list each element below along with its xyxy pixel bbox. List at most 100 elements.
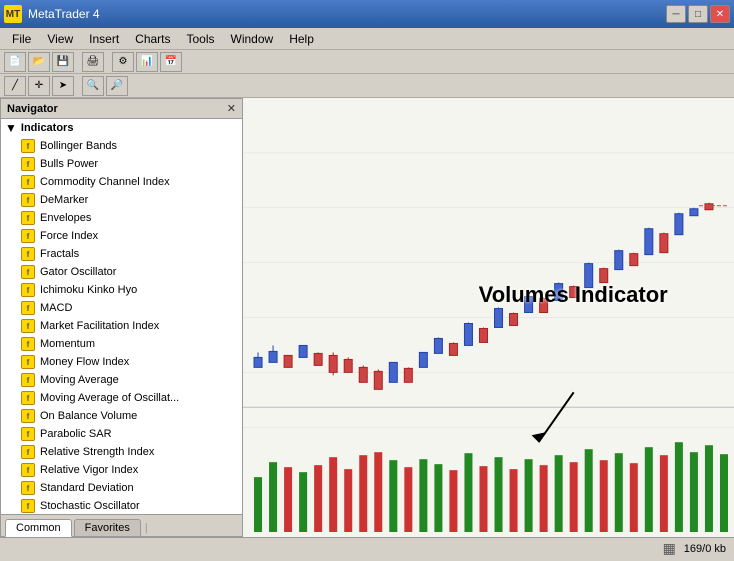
indicator-icon: f [21, 139, 35, 153]
status-bar: ▦ 169/0 kb [0, 537, 734, 559]
menu-window[interactable]: Window [223, 30, 282, 48]
nav-item-label: Standard Deviation [40, 482, 134, 494]
nav-item-label: Moving Average of Oscillat... [40, 392, 179, 404]
tab-common[interactable]: Common [5, 519, 72, 537]
nav-item-label: MACD [40, 302, 72, 314]
menu-tools[interactable]: Tools [179, 30, 223, 48]
menu-file[interactable]: File [4, 30, 39, 48]
menu-bar: File View Insert Charts Tools Window Hel… [0, 28, 734, 50]
toolbar-1: 📄 📂 💾 🖨 ⚙ 📊 📅 [0, 50, 734, 74]
minimize-button[interactable]: ─ [666, 5, 686, 23]
list-item[interactable]: f Market Facilitation Index [1, 317, 242, 335]
list-item[interactable]: f Relative Vigor Index [1, 461, 242, 479]
toolbar-new[interactable]: 📄 [4, 52, 26, 72]
list-item[interactable]: f DeMarker [1, 191, 242, 209]
toolbar-print[interactable]: 🖨 [82, 52, 104, 72]
indicator-icon: f [21, 175, 35, 189]
navigator-title: Navigator [7, 103, 58, 115]
nav-item-label: Parabolic SAR [40, 428, 112, 440]
app-icon: MT [4, 5, 22, 23]
navigator-list[interactable]: ▼ Indicators f Bollinger Bands f Bulls P… [1, 119, 242, 514]
list-item[interactable]: f Stochastic Oscillator [1, 497, 242, 514]
window-title: MetaTrader 4 [28, 7, 666, 21]
toolbar-period[interactable]: 📅 [160, 52, 182, 72]
nav-item-label: Momentum [40, 338, 95, 350]
nav-item-label: Ichimoku Kinko Hyo [40, 284, 137, 296]
list-item[interactable]: f Relative Strength Index [1, 443, 242, 461]
navigator-tabs: Common Favorites | [1, 514, 242, 536]
nav-item-label: Stochastic Oscillator [40, 500, 140, 512]
indicator-icon: f [21, 481, 35, 495]
indicator-icon: f [21, 211, 35, 225]
list-item[interactable]: f Parabolic SAR [1, 425, 242, 443]
list-item[interactable]: f Momentum [1, 335, 242, 353]
nav-item-label: Bollinger Bands [40, 140, 117, 152]
toolbar-line[interactable]: ╱ [4, 76, 26, 96]
list-item[interactable]: f Gator Oscillator [1, 263, 242, 281]
list-item[interactable]: f Bulls Power [1, 155, 242, 173]
window-controls: ─ □ ✕ [666, 5, 730, 23]
nav-item-label: Money Flow Index [40, 356, 129, 368]
toolbar-2: ╱ ✛ ➤ 🔍 🔎 [0, 74, 734, 98]
toolbar-experts[interactable]: ⚙ [112, 52, 134, 72]
nav-item-label: Bulls Power [40, 158, 98, 170]
toolbar-indicators[interactable]: 📊 [136, 52, 158, 72]
close-button[interactable]: ✕ [710, 5, 730, 23]
indicator-icon: f [21, 283, 35, 297]
list-item[interactable]: f Moving Average [1, 371, 242, 389]
list-item[interactable]: f Commodity Channel Index [1, 173, 242, 191]
indicator-icon: f [21, 427, 35, 441]
list-item[interactable]: f Force Index [1, 227, 242, 245]
indicator-icon: f [21, 247, 35, 261]
navigator-close[interactable]: ✕ [227, 102, 236, 115]
indicator-icon: f [21, 319, 35, 333]
toolbar-zoom-in[interactable]: 🔍 [82, 76, 104, 96]
menu-help[interactable]: Help [281, 30, 322, 48]
nav-item-label: Relative Strength Index [40, 446, 154, 458]
indicator-icon: f [21, 265, 35, 279]
nav-item-label: Moving Average [40, 374, 119, 386]
indicator-icon: f [21, 337, 35, 351]
list-item[interactable]: f Bollinger Bands [1, 137, 242, 155]
chart-icon: ▦ [663, 540, 676, 557]
indicator-icon: f [21, 301, 35, 315]
indicator-icon: f [21, 193, 35, 207]
status-right: ▦ 169/0 kb [663, 540, 726, 557]
toolbar-open[interactable]: 📂 [28, 52, 50, 72]
indicator-icon: f [21, 355, 35, 369]
list-item[interactable]: f Moving Average of Oscillat... [1, 389, 242, 407]
candlestick-chart [243, 98, 734, 537]
indicator-icon: f [21, 373, 35, 387]
navigator-header: Navigator ✕ [1, 99, 242, 119]
indicator-icon: f [21, 157, 35, 171]
nav-item-label: Envelopes [40, 212, 91, 224]
menu-view[interactable]: View [39, 30, 81, 48]
nav-group-indicators[interactable]: ▼ Indicators [1, 119, 242, 137]
nav-item-label: Force Index [40, 230, 98, 242]
indicator-icon: f [21, 229, 35, 243]
list-item[interactable]: f Ichimoku Kinko Hyo [1, 281, 242, 299]
list-item[interactable]: f Standard Deviation [1, 479, 242, 497]
list-item[interactable]: f MACD [1, 299, 242, 317]
chart-panel[interactable]: Volumes Indicator [243, 98, 734, 537]
menu-insert[interactable]: Insert [81, 30, 127, 48]
indicator-icon: f [21, 499, 35, 513]
toolbar-cross[interactable]: ✛ [28, 76, 50, 96]
maximize-button[interactable]: □ [688, 5, 708, 23]
indicator-icon: f [21, 409, 35, 423]
list-item[interactable]: f Money Flow Index [1, 353, 242, 371]
memory-usage: 169/0 kb [684, 543, 726, 555]
nav-item-label: Relative Vigor Index [40, 464, 138, 476]
toolbar-arrow[interactable]: ➤ [52, 76, 74, 96]
toolbar-save[interactable]: 💾 [52, 52, 74, 72]
tab-favorites[interactable]: Favorites [74, 519, 141, 536]
nav-item-label: DeMarker [40, 194, 88, 206]
nav-item-label: Gator Oscillator [40, 266, 116, 278]
indicator-icon: f [21, 463, 35, 477]
list-item[interactable]: f Fractals [1, 245, 242, 263]
list-item[interactable]: f On Balance Volume [1, 407, 242, 425]
menu-charts[interactable]: Charts [127, 30, 178, 48]
toolbar-zoom-out[interactable]: 🔎 [106, 76, 128, 96]
nav-item-label: Market Facilitation Index [40, 320, 159, 332]
list-item[interactable]: f Envelopes [1, 209, 242, 227]
